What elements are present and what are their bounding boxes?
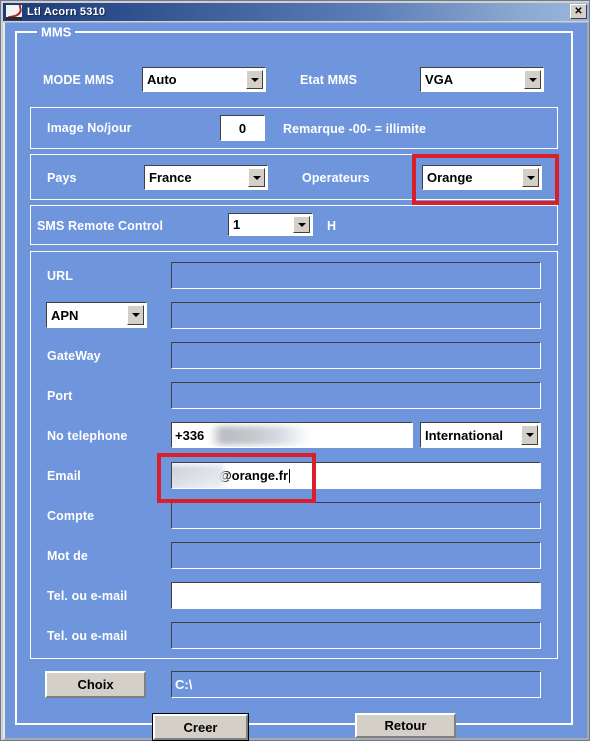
port-label: Port (47, 389, 73, 403)
apn-field[interactable] (171, 302, 541, 329)
image-per-day-field[interactable]: 0 (220, 115, 265, 141)
pays-value: France (149, 170, 192, 185)
title-bar[interactable]: Ltl Acorn 5310 ✕ (3, 3, 589, 21)
gateway-label: GateWay (47, 349, 101, 363)
sms-remote-value: 1 (233, 217, 241, 232)
tel-email-1-field[interactable] (171, 582, 541, 609)
close-icon[interactable]: ✕ (570, 4, 587, 19)
phone-field[interactable]: +336 (171, 422, 413, 448)
compte-label: Compte (47, 509, 95, 523)
chevron-down-icon[interactable] (522, 168, 539, 187)
phone-value: +336 (175, 427, 205, 443)
phone-type-value: International (425, 427, 504, 443)
sms-remote-label: SMS Remote Control (37, 219, 164, 233)
mode-mms-label: MODE MMS (43, 73, 114, 87)
etat-mms-combo[interactable]: VGA (420, 67, 544, 92)
gateway-field[interactable] (171, 342, 541, 369)
tel-email-2-label: Tel. ou e-mail (47, 629, 128, 643)
retour-button[interactable]: Retour (355, 713, 456, 738)
chevron-down-icon[interactable] (246, 70, 263, 89)
operateurs-combo[interactable]: Orange (422, 165, 542, 190)
choix-button[interactable]: Choix (45, 671, 146, 698)
pays-combo[interactable]: France (144, 165, 268, 190)
chevron-down-icon[interactable] (521, 425, 538, 445)
remark-text: Remarque -00- = illimite (283, 122, 427, 136)
motde-label: Mot de (47, 549, 88, 563)
motde-field[interactable] (171, 542, 541, 569)
etat-mms-value: VGA (425, 72, 454, 87)
window-title: Ltl Acorn 5310 (27, 6, 106, 18)
operateurs-label: Operateurs (302, 171, 370, 185)
pays-label: Pays (47, 171, 77, 185)
apn-value: APN (51, 307, 79, 323)
phone-type-combo[interactable]: International (420, 422, 541, 448)
etat-mms-label: Etat MMS (300, 73, 358, 87)
phone-label: No telephone (47, 429, 128, 443)
chevron-down-icon[interactable] (248, 168, 265, 187)
apn-combo[interactable]: APN (46, 302, 147, 328)
sms-remote-unit: H (327, 219, 337, 233)
tel-email-1-label: Tel. ou e-mail (47, 589, 128, 603)
chevron-down-icon[interactable] (127, 305, 144, 325)
tel-email-2-field[interactable] (171, 622, 541, 649)
phone-redaction (210, 426, 310, 445)
chevron-down-icon[interactable] (524, 70, 541, 89)
image-per-day-label: Image No/jour (47, 121, 132, 135)
application-window: Ltl Acorn 5310 ✕ MMS MODE MMS Auto Etat … (0, 0, 590, 741)
operateurs-value: Orange (427, 170, 473, 185)
mode-mms-combo[interactable]: Auto (142, 67, 266, 92)
port-field[interactable] (171, 382, 541, 409)
path-value: C:\ (175, 677, 193, 692)
compte-field[interactable] (171, 502, 541, 529)
url-field[interactable] (171, 262, 541, 289)
sms-remote-combo[interactable]: 1 (228, 213, 313, 236)
email-field[interactable]: @orange.fr (171, 462, 541, 489)
app-logo-icon (6, 4, 22, 20)
mode-mms-value: Auto (147, 72, 177, 87)
mms-group-legend: MMS (37, 24, 76, 40)
email-redaction (172, 465, 224, 488)
email-label: Email (47, 469, 81, 483)
path-field[interactable]: C:\ (171, 671, 541, 698)
chevron-down-icon[interactable] (293, 216, 310, 233)
text-caret (289, 468, 291, 483)
creer-button[interactable]: Creer (152, 713, 249, 741)
image-per-day-value: 0 (238, 120, 247, 136)
url-label: URL (47, 269, 73, 283)
form-client-area: MMS MODE MMS Auto Etat MMS VGA Image No/… (3, 22, 589, 741)
